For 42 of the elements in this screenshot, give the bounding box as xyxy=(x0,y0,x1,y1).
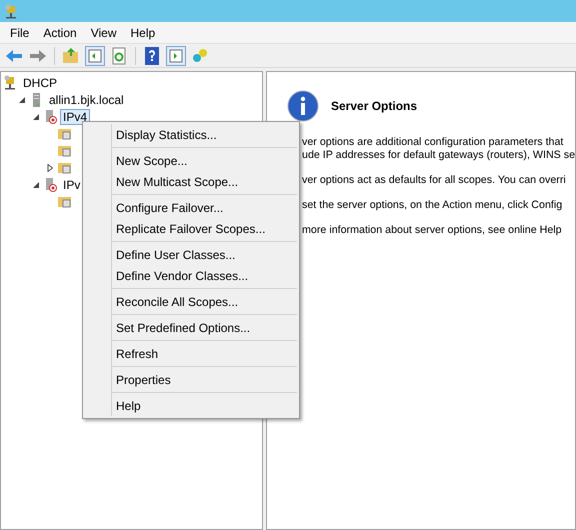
menu-item[interactable]: File xyxy=(4,24,36,42)
menu-option[interactable]: Configure Failover... xyxy=(112,197,297,218)
menu-option[interactable]: Properties xyxy=(112,369,297,390)
folder-icon xyxy=(57,194,72,209)
menu-option[interactable]: Replicate Failover Scopes... xyxy=(112,218,297,239)
tree-item[interactable]: allin1.bjk.local xyxy=(46,92,127,108)
menu-item[interactable]: Action xyxy=(37,24,83,42)
panel-icon[interactable] xyxy=(85,46,105,66)
description-text: more information about server options, see online Help xyxy=(302,224,563,237)
menu-option[interactable]: New Multicast Scope... xyxy=(112,171,297,192)
menu-option[interactable]: Reconcile All Scopes... xyxy=(112,291,297,312)
menu-option[interactable]: Refresh xyxy=(112,343,297,364)
folder-up-icon[interactable] xyxy=(61,46,81,66)
menu-option[interactable]: Help xyxy=(112,395,297,416)
collapse-arrow-icon[interactable] xyxy=(18,96,26,104)
menu-item[interactable]: View xyxy=(84,24,122,42)
collapse-arrow-icon[interactable] xyxy=(32,180,40,188)
description-text: ver options are additional configuration parameters that ude IP addresses for default gateways (routers), WINS se xyxy=(302,136,575,162)
menu-item[interactable]: Help xyxy=(124,24,162,42)
panel-title: Server Options xyxy=(331,99,418,113)
expand-arrow-icon[interactable] xyxy=(46,164,54,172)
network-node-icon xyxy=(43,177,58,192)
description-text: set the server options, on the Action menu, click Config xyxy=(302,199,564,212)
server-tree-icon xyxy=(3,75,18,90)
network-node-icon xyxy=(43,109,58,124)
panel-icon[interactable] xyxy=(166,46,186,66)
folder-icon xyxy=(57,143,72,158)
tree-item[interactable]: IPv4 xyxy=(60,108,90,124)
menu-option[interactable]: Define Vendor Classes... xyxy=(112,265,297,286)
server-tree-icon xyxy=(4,4,19,18)
tree-item[interactable]: IPv xyxy=(60,176,84,192)
menu-option[interactable]: Display Statistics... xyxy=(112,124,297,145)
info-icon xyxy=(287,90,319,122)
menu-option[interactable]: Set Predefined Options... xyxy=(112,317,297,338)
help-icon[interactable] xyxy=(142,46,162,66)
menu-option[interactable]: Define User Classes... xyxy=(112,244,297,265)
folder-icon xyxy=(57,126,72,141)
menu-option[interactable]: New Scope... xyxy=(112,150,297,171)
collapse-arrow-icon[interactable] xyxy=(32,112,40,120)
folder-icon xyxy=(57,160,72,175)
tree-item[interactable]: DHCP xyxy=(20,74,60,90)
description-text: ver options act as defaults for all scopes. You can overri xyxy=(302,174,567,187)
